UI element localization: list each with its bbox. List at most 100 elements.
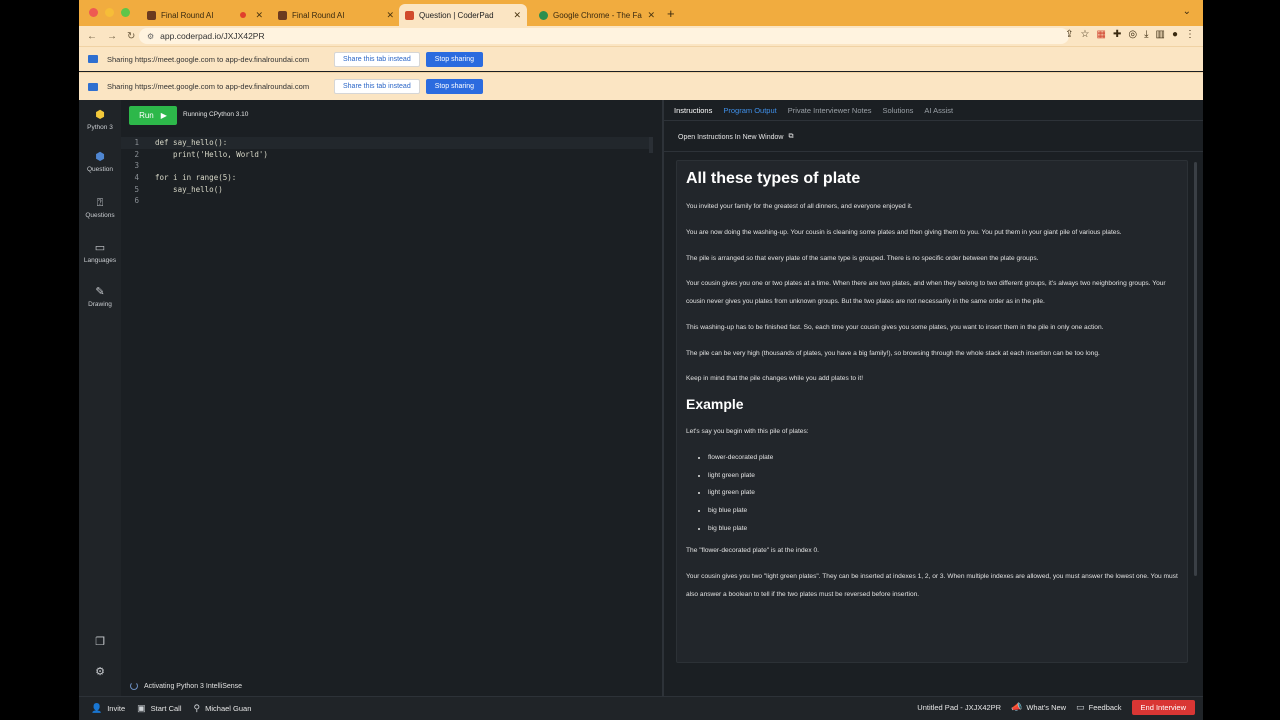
code-line[interactable]: 5 say_hello() <box>121 184 651 196</box>
pad-name[interactable]: Untitled Pad - JXJX42PR <box>917 703 1001 712</box>
code-editor[interactable]: Run ▶ Running CPython 3.10 1 def say_hell… <box>121 100 662 676</box>
close-tab-icon[interactable]: ✕ <box>647 10 655 21</box>
code-line[interactable]: 4 for i in range(5): <box>121 172 651 184</box>
stop-sharing-button[interactable]: Stop sharing <box>425 79 484 94</box>
line-number: 6 <box>134 196 139 206</box>
browser-tab[interactable]: Google Chrome - The Fast & Se ✕ <box>533 4 661 26</box>
whats-new-label: What's New <box>1026 703 1067 712</box>
instruction-paragraph: Your cousin gives you one or two plates … <box>686 280 1166 305</box>
screen-share-icon <box>88 82 98 91</box>
reload-icon[interactable]: ↻ <box>127 31 139 42</box>
close-tab-icon[interactable]: ✕ <box>513 10 521 21</box>
tab-program-output[interactable]: Program Output <box>723 106 776 115</box>
code-line[interactable]: 2 print('Hello, World') <box>121 149 651 161</box>
media-icon[interactable]: ◎ <box>1128 29 1137 40</box>
sharing-infobar: Sharing https://meet.google.com to app-d… <box>79 46 1203 71</box>
close-window-icon[interactable] <box>89 8 98 17</box>
share-this-tab-button[interactable]: Share this tab instead <box>334 79 420 94</box>
browser-toolbar: ← → ↻ ⚙ app.coderpad.io/JXJX42PR ⇪ ☆ ▦ ✚… <box>79 26 1203 46</box>
user-indicator[interactable]: ⚲ Michael Guan <box>194 703 252 714</box>
code-text: def say_hello(): <box>155 138 228 147</box>
tab-ai-assist[interactable]: AI Assist <box>924 106 953 115</box>
plate-list: flower-decorated plate light green plate… <box>708 449 1178 537</box>
tab-favicon-icon <box>278 10 287 20</box>
instruction-paragraph: The "flower-decorated plate" is at the i… <box>686 547 819 555</box>
invite-button[interactable]: 👤 Invite <box>91 703 125 714</box>
profile-avatar-icon[interactable]: ● <box>1172 29 1178 40</box>
megaphone-icon: 📣 <box>1011 702 1023 712</box>
run-button[interactable]: Run ▶ <box>129 106 177 125</box>
new-tab-icon[interactable]: + <box>667 6 675 21</box>
instruction-paragraph: The pile is arranged so that every plate… <box>686 254 1039 262</box>
rail-item-label: Questions <box>85 212 115 219</box>
settings-gear-icon[interactable]: ⚙ <box>79 666 121 681</box>
rail-item-languages[interactable]: ▭ Languages <box>79 242 121 264</box>
sharing-text: Sharing https://meet.google.com to app-d… <box>107 82 310 91</box>
window-controls <box>89 8 130 17</box>
start-call-button[interactable]: ▣ Start Call <box>137 703 181 714</box>
tab-search-chevron-icon[interactable]: ⌄ <box>1183 6 1191 17</box>
menu-kebab-icon[interactable]: ⋮ <box>1185 29 1195 40</box>
tab-strip: Final Round AI ✕ Final Round AI ✕ Questi… <box>79 0 1203 26</box>
whats-new-button[interactable]: 📣 What's New <box>1011 702 1066 713</box>
right-pane-tabs: Instructions Program Output Private Inte… <box>674 106 953 115</box>
tab-instructions[interactable]: Instructions <box>674 106 712 115</box>
end-interview-button[interactable]: End Interview <box>1131 700 1195 715</box>
instruction-paragraph: You invited your family for the greatest… <box>686 203 913 210</box>
code-line[interactable]: 6 <box>121 195 651 207</box>
download-icon[interactable]: ⤓ <box>1144 29 1148 40</box>
code-line[interactable]: 3 <box>121 160 651 172</box>
code-text: say_hello() <box>155 184 223 194</box>
example-heading: Example <box>686 396 744 413</box>
example-intro: Let's say you begin with this pile of pl… <box>686 428 809 436</box>
close-tab-icon[interactable]: ✕ <box>255 10 263 21</box>
tab-private-notes[interactable]: Private Interviewer Notes <box>788 106 872 115</box>
extensions-puzzle-icon[interactable]: ✚ <box>1113 29 1121 40</box>
browser-tab[interactable]: Final Round AI ✕ <box>272 4 400 26</box>
tab-title: Question | CoderPad <box>419 10 494 20</box>
rail-item-python[interactable]: ⬢ Python 3 <box>79 109 121 131</box>
close-tab-icon[interactable]: ✕ <box>386 10 394 21</box>
share-icon[interactable]: ⇪ <box>1065 29 1073 40</box>
copy-icon[interactable]: ❐ <box>79 636 121 651</box>
maximize-window-icon[interactable] <box>121 8 130 17</box>
tab-solutions[interactable]: Solutions <box>883 106 914 115</box>
bottom-right-controls: Untitled Pad - JXJX42PR 📣 What's New ▭ F… <box>917 700 1195 715</box>
tab-title: Final Round AI <box>161 10 214 20</box>
intellisense-status: Activating Python 3 IntelliSense <box>144 682 243 690</box>
minimize-window-icon[interactable] <box>105 8 114 17</box>
line-number: 3 <box>134 161 139 171</box>
list-item: big blue plate <box>708 520 1178 538</box>
open-instructions-link[interactable]: Open Instructions In New Window ⧉ <box>678 133 793 141</box>
browser-tab[interactable]: Final Round AI ✕ <box>141 4 269 26</box>
stop-sharing-button[interactable]: Stop sharing <box>425 51 484 67</box>
bottom-bar: 👤 Invite ▣ Start Call ⚲ Michael Guan Unt… <box>79 696 1203 720</box>
feedback-button[interactable]: ▭ Feedback <box>1076 702 1121 713</box>
back-icon[interactable]: ← <box>87 31 99 42</box>
rail-item-question[interactable]: ⬢ Question <box>79 151 121 173</box>
bookmark-star-icon[interactable]: ☆ <box>1081 29 1090 40</box>
instructions-scrollbar[interactable] <box>1194 162 1197 576</box>
site-info-icon[interactable]: ⚙ <box>147 32 154 41</box>
rail-item-label: Question <box>86 166 114 173</box>
tab-favicon-icon <box>147 10 156 20</box>
browser-tab-active[interactable]: Question | CoderPad ✕ <box>399 4 527 26</box>
forward-icon[interactable]: → <box>107 31 119 42</box>
sharing-text: Sharing https://meet.google.com to app-d… <box>107 54 310 64</box>
rail-item-label: Drawing <box>88 301 112 308</box>
share-this-tab-button[interactable]: Share this tab instead <box>334 51 420 67</box>
extension-grid-icon[interactable]: ▦ <box>1097 29 1106 40</box>
sidebar-icon[interactable]: ▥ <box>1156 29 1165 40</box>
url-text: app.coderpad.io/JXJX42PR <box>160 31 265 41</box>
instruction-paragraph: Your cousin gives you two "light green p… <box>686 573 1178 598</box>
address-bar[interactable]: ⚙ app.coderpad.io/JXJX42PR <box>139 28 1069 44</box>
instruction-paragraph: You are now doing the washing-up. Your c… <box>686 228 1122 236</box>
tab-title: Google Chrome - The Fast & Se <box>553 10 642 20</box>
rail-item-drawing[interactable]: ✎ Drawing <box>79 286 121 308</box>
right-pane: Instructions Program Output Private Inte… <box>664 100 1203 696</box>
line-number: 1 <box>134 138 139 147</box>
rail-item-questions[interactable]: ⍰ Questions <box>79 197 121 219</box>
code-line[interactable]: 1 def say_hello(): <box>121 137 651 149</box>
code-lines[interactable]: 1 def say_hello(): 2 print('Hello, World'… <box>121 137 651 207</box>
editor-scrollbar[interactable] <box>649 137 653 153</box>
